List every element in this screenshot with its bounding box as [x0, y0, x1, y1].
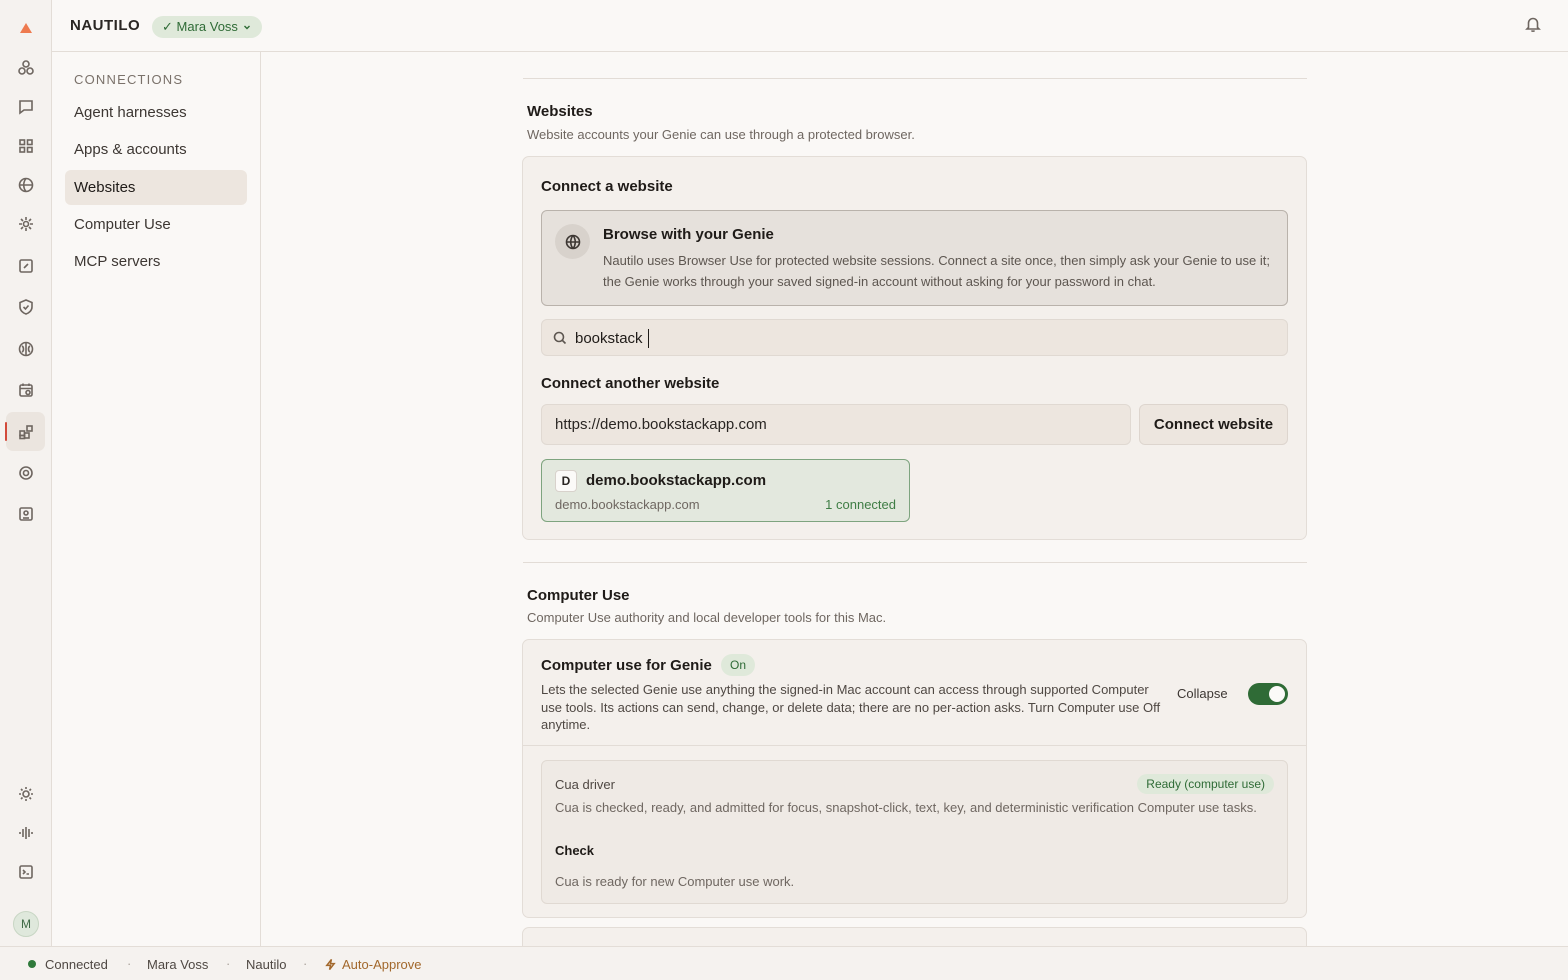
- status-badge: On: [721, 654, 756, 676]
- computer-use-card: Computer use for Genie On Lets the selec…: [522, 639, 1307, 918]
- computer-use-section-subtitle: Computer Use authority and local develop…: [527, 610, 887, 625]
- card-separator: [523, 745, 1306, 746]
- computer-use-toggle[interactable]: [1248, 683, 1288, 705]
- agents-icon[interactable]: [6, 48, 45, 87]
- user-selector-label: ✓ Mara Voss: [162, 19, 238, 34]
- connection-status-dot: [28, 960, 36, 968]
- collapse-button[interactable]: Collapse: [1177, 686, 1228, 701]
- website-search-input[interactable]: [575, 327, 1265, 349]
- search-icon: [553, 331, 567, 345]
- text-caret: [648, 329, 649, 348]
- brain-icon[interactable]: [6, 329, 45, 368]
- websites-section-title: Websites: [527, 103, 593, 120]
- main-content: Websites Website accounts your Genie can…: [262, 52, 1568, 946]
- logo-icon[interactable]: [6, 8, 45, 47]
- connect-another-website-label: Connect another website: [541, 375, 720, 392]
- browser-globe-icon: [555, 224, 590, 259]
- status-separator: ·: [226, 956, 231, 971]
- subnav-item-computer-use[interactable]: Computer Use: [65, 207, 247, 242]
- browse-with-genie-title: Browse with your Genie: [603, 226, 774, 243]
- cua-driver-panel: Cua driver Ready (computer use) Cua is c…: [541, 760, 1288, 904]
- computer-use-description: Lets the selected Genie use anything the…: [541, 682, 1161, 732]
- connection-status: Connected: [45, 957, 108, 972]
- browse-with-genie-description: Nautilo uses Browser Use for protected w…: [603, 253, 1270, 289]
- app-brand: NAUTILO: [70, 17, 141, 34]
- connections-icon[interactable]: [5, 412, 45, 451]
- browse-with-genie-panel: Browse with your Genie Nautilo uses Brow…: [541, 210, 1288, 306]
- status-bar: Connected · Mara Voss · Nautilo · Auto-A…: [0, 946, 1568, 980]
- subnav-item-agent-harnesses[interactable]: Agent harnesses: [65, 95, 247, 130]
- websites-section-subtitle: Website accounts your Genie can use thro…: [527, 127, 915, 142]
- auto-approve-toggle[interactable]: Auto-Approve: [324, 957, 422, 972]
- subnav-item-mcp-servers[interactable]: MCP servers: [65, 244, 247, 279]
- status-app: Nautilo: [246, 957, 287, 972]
- connect-website-button[interactable]: Connect website: [1139, 404, 1288, 445]
- driver-description: Cua is checked, ready, and admitted for …: [555, 800, 1257, 815]
- site-name: demo.bookstackapp.com: [586, 472, 767, 489]
- status-user: Mara Voss: [147, 957, 209, 972]
- schedule-icon[interactable]: [6, 370, 45, 409]
- status-separator: ·: [127, 956, 132, 971]
- editor-icon[interactable]: [6, 246, 45, 285]
- lightning-icon: [325, 958, 336, 971]
- driver-status-text: Cua is ready for new Computer use work.: [555, 874, 795, 889]
- next-card: [522, 927, 1307, 946]
- chat-icon[interactable]: [6, 87, 45, 126]
- notifications-bell-icon[interactable]: [1524, 15, 1546, 37]
- check-button[interactable]: Check: [555, 843, 594, 858]
- computer-use-card-title: Computer use for Genie: [541, 657, 712, 674]
- top-bar: NAUTILO ✓ Mara Voss: [52, 0, 1568, 52]
- website-url-input[interactable]: https://demo.bookstackapp.com: [541, 404, 1131, 445]
- user-selector[interactable]: ✓ Mara Voss: [152, 16, 262, 38]
- voice-icon[interactable]: [6, 813, 45, 852]
- browser-icon[interactable]: [6, 165, 45, 204]
- subnav-heading: CONNECTIONS: [74, 72, 184, 87]
- status-separator: ·: [303, 956, 308, 971]
- connect-website-card: Connect a website Browse with your Genie…: [522, 156, 1307, 540]
- avatar[interactable]: M: [13, 911, 39, 937]
- site-favicon: D: [555, 470, 577, 492]
- auto-approve-label: Auto-Approve: [342, 957, 422, 972]
- section-divider: [523, 562, 1307, 563]
- theme-icon[interactable]: [6, 774, 45, 813]
- terminal-icon[interactable]: [6, 852, 45, 891]
- driver-label: Cua driver: [555, 777, 615, 792]
- website-search-field[interactable]: [541, 319, 1288, 356]
- site-connected-count: 1 connected: [825, 497, 896, 512]
- driver-status-badge: Ready (computer use): [1137, 774, 1274, 794]
- computer-use-section-title: Computer Use: [527, 587, 630, 604]
- settings-icon[interactable]: [6, 453, 45, 492]
- apps-grid-icon[interactable]: [6, 126, 45, 165]
- connected-site-card[interactable]: D demo.bookstackapp.com demo.bookstackap…: [541, 459, 910, 522]
- shield-icon[interactable]: [6, 287, 45, 326]
- computer-icon[interactable]: [6, 494, 45, 533]
- subnav-item-websites[interactable]: Websites: [65, 170, 247, 205]
- connect-website-title: Connect a website: [541, 178, 673, 195]
- site-domain: demo.bookstackapp.com: [555, 497, 700, 512]
- chevron-down-icon: [243, 25, 250, 30]
- sparkle-icon[interactable]: [6, 204, 45, 243]
- icon-rail: M: [0, 0, 52, 946]
- section-divider: [523, 78, 1307, 79]
- connections-subnav: CONNECTIONS Agent harnesses Apps & accou…: [52, 52, 261, 946]
- subnav-item-apps-accounts[interactable]: Apps & accounts: [65, 132, 247, 167]
